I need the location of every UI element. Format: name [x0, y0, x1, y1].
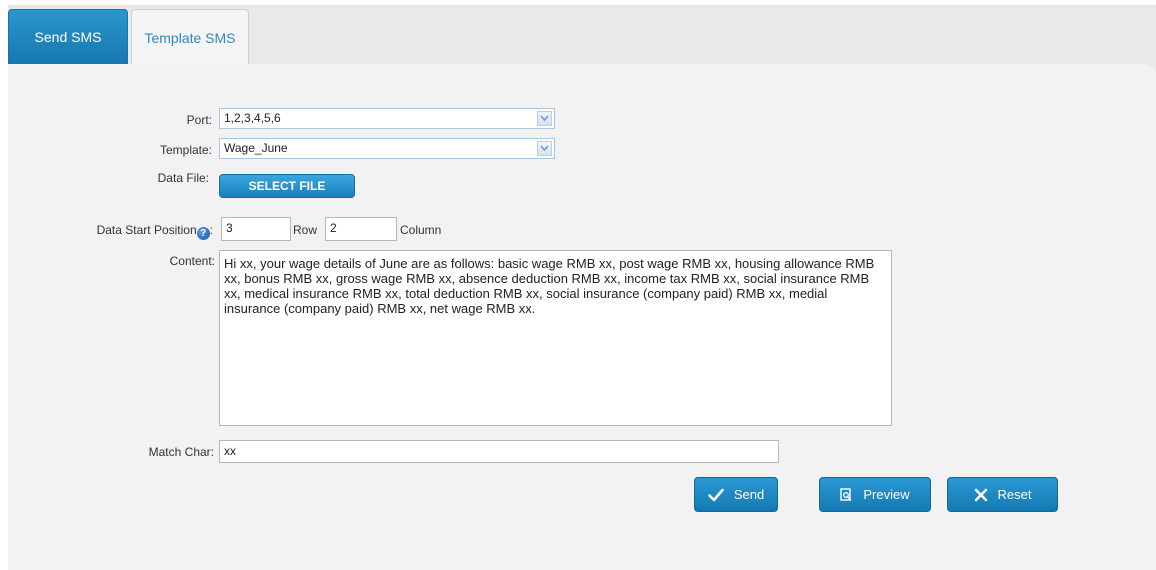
data-start-label-text: Data Start Position — [96, 223, 197, 237]
content-textarea[interactable]: Hi xx, your wage details of June are as … — [219, 250, 892, 426]
content-label: Content: — [169, 254, 215, 268]
port-label: Port: — [186, 113, 212, 127]
close-icon — [974, 488, 987, 501]
template-value: Wage_June — [224, 141, 288, 155]
preview-button[interactable]: Preview — [819, 477, 931, 512]
port-value: 1,2,3,4,5,6 — [224, 111, 281, 125]
tab-bar: Send SMS Template SMS — [8, 5, 1156, 65]
help-icon[interactable]: ? — [196, 227, 210, 240]
app-frame: Send SMS Template SMS Port: 1,2,3,4,5,6 … — [8, 5, 1156, 570]
check-icon — [708, 488, 724, 501]
tab-template-sms[interactable]: Template SMS — [131, 9, 249, 65]
column-input[interactable]: 2 — [325, 217, 397, 241]
match-char-label: Match Char: — [148, 445, 214, 459]
chevron-down-icon[interactable] — [537, 141, 552, 156]
data-file-label: Data File: — [157, 171, 209, 185]
select-file-button[interactable]: SELECT FILE — [219, 174, 355, 198]
send-button-label: Send — [733, 487, 765, 502]
port-select[interactable]: 1,2,3,4,5,6 — [219, 108, 555, 129]
column-label: Column — [400, 223, 442, 237]
preview-icon — [840, 487, 852, 501]
data-start-colon: : — [209, 223, 213, 237]
chevron-down-icon[interactable] — [537, 111, 552, 126]
row-label: Row — [293, 223, 318, 237]
preview-button-label: Preview — [863, 487, 910, 502]
form-panel: Port: 1,2,3,4,5,6 Template: Wage_June Da… — [8, 64, 1156, 570]
template-select[interactable]: Wage_June — [219, 138, 555, 159]
reset-button[interactable]: Reset — [947, 477, 1058, 512]
send-button[interactable]: Send — [694, 477, 778, 512]
row-input[interactable]: 3 — [221, 217, 291, 241]
template-label: Template: — [159, 143, 212, 157]
match-char-input[interactable]: xx — [219, 440, 779, 463]
data-start-label: Data Start Position?: — [97, 223, 213, 240]
reset-button-label: Reset — [997, 487, 1032, 502]
tab-send-sms[interactable]: Send SMS — [8, 9, 128, 65]
